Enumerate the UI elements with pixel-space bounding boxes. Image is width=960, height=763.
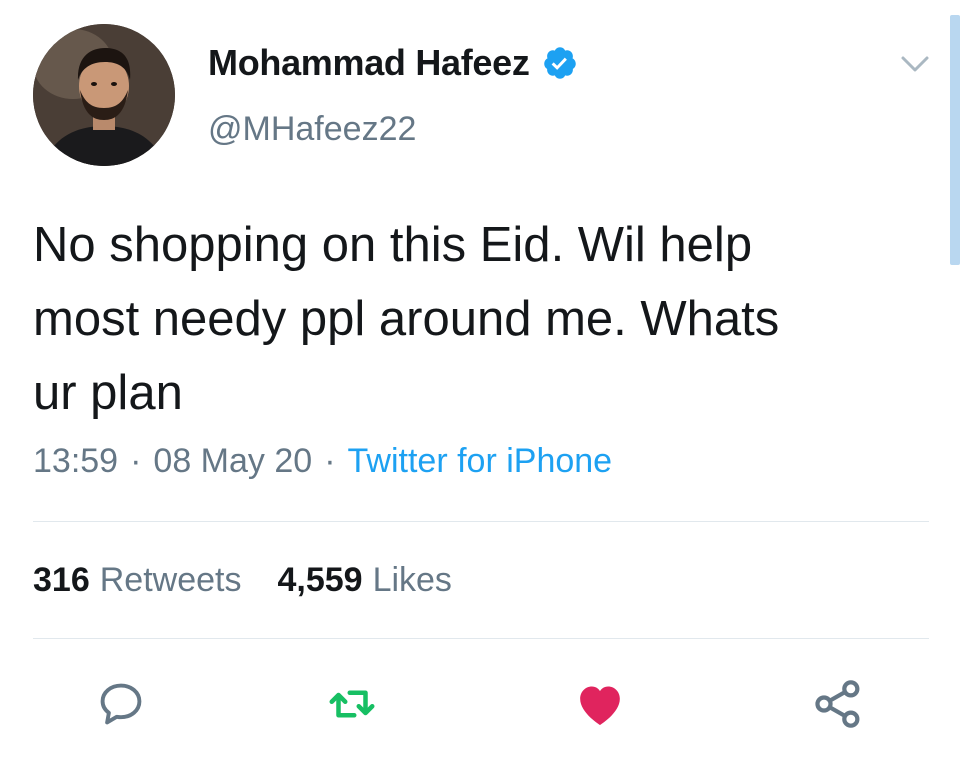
tweet-stats: 316 Retweets 4,559 Likes [33,561,452,600]
likes-count: 4,559 [277,561,363,599]
reply-button[interactable] [93,676,149,732]
divider [33,521,929,522]
tweet-meta: 13:59 · 08 May 20 · Twitter for iPhone [33,442,612,481]
author-name-row[interactable]: Mohammad Hafeez [208,42,578,84]
retweets-label: Retweets [99,561,242,599]
retweets-count: 316 [33,561,90,599]
heart-icon [580,686,620,725]
share-button[interactable] [810,676,866,732]
tweet-text: No shopping on this Eid. Wil help most n… [33,218,780,420]
author-display-name[interactable]: Mohammad Hafeez [208,42,530,84]
author-handle[interactable]: @MHafeez22 [208,110,416,149]
retweet-button[interactable] [324,676,380,732]
meta-separator: · [324,442,336,480]
scrollbar[interactable] [950,15,960,265]
avatar-photo [33,24,175,166]
reply-icon [100,683,142,725]
tweet-source-link[interactable]: Twitter for iPhone [348,442,613,481]
chevron-down-icon[interactable] [897,52,933,76]
like-button[interactable] [572,676,628,732]
share-icon [815,680,860,728]
avatar[interactable] [33,24,175,166]
retweets-stat[interactable]: 316 Retweets [33,561,241,600]
verified-badge-icon [543,47,576,79]
tweet-date[interactable]: 08 May 20 [153,442,312,481]
likes-stat[interactable]: 4,559 Likes [277,561,451,600]
meta-separator: · [130,442,142,480]
likes-label: Likes [372,561,452,599]
retweet-icon [329,690,375,718]
tweet-actions-bar [0,676,960,736]
tweet-time[interactable]: 13:59 [33,442,118,481]
divider [33,638,929,639]
